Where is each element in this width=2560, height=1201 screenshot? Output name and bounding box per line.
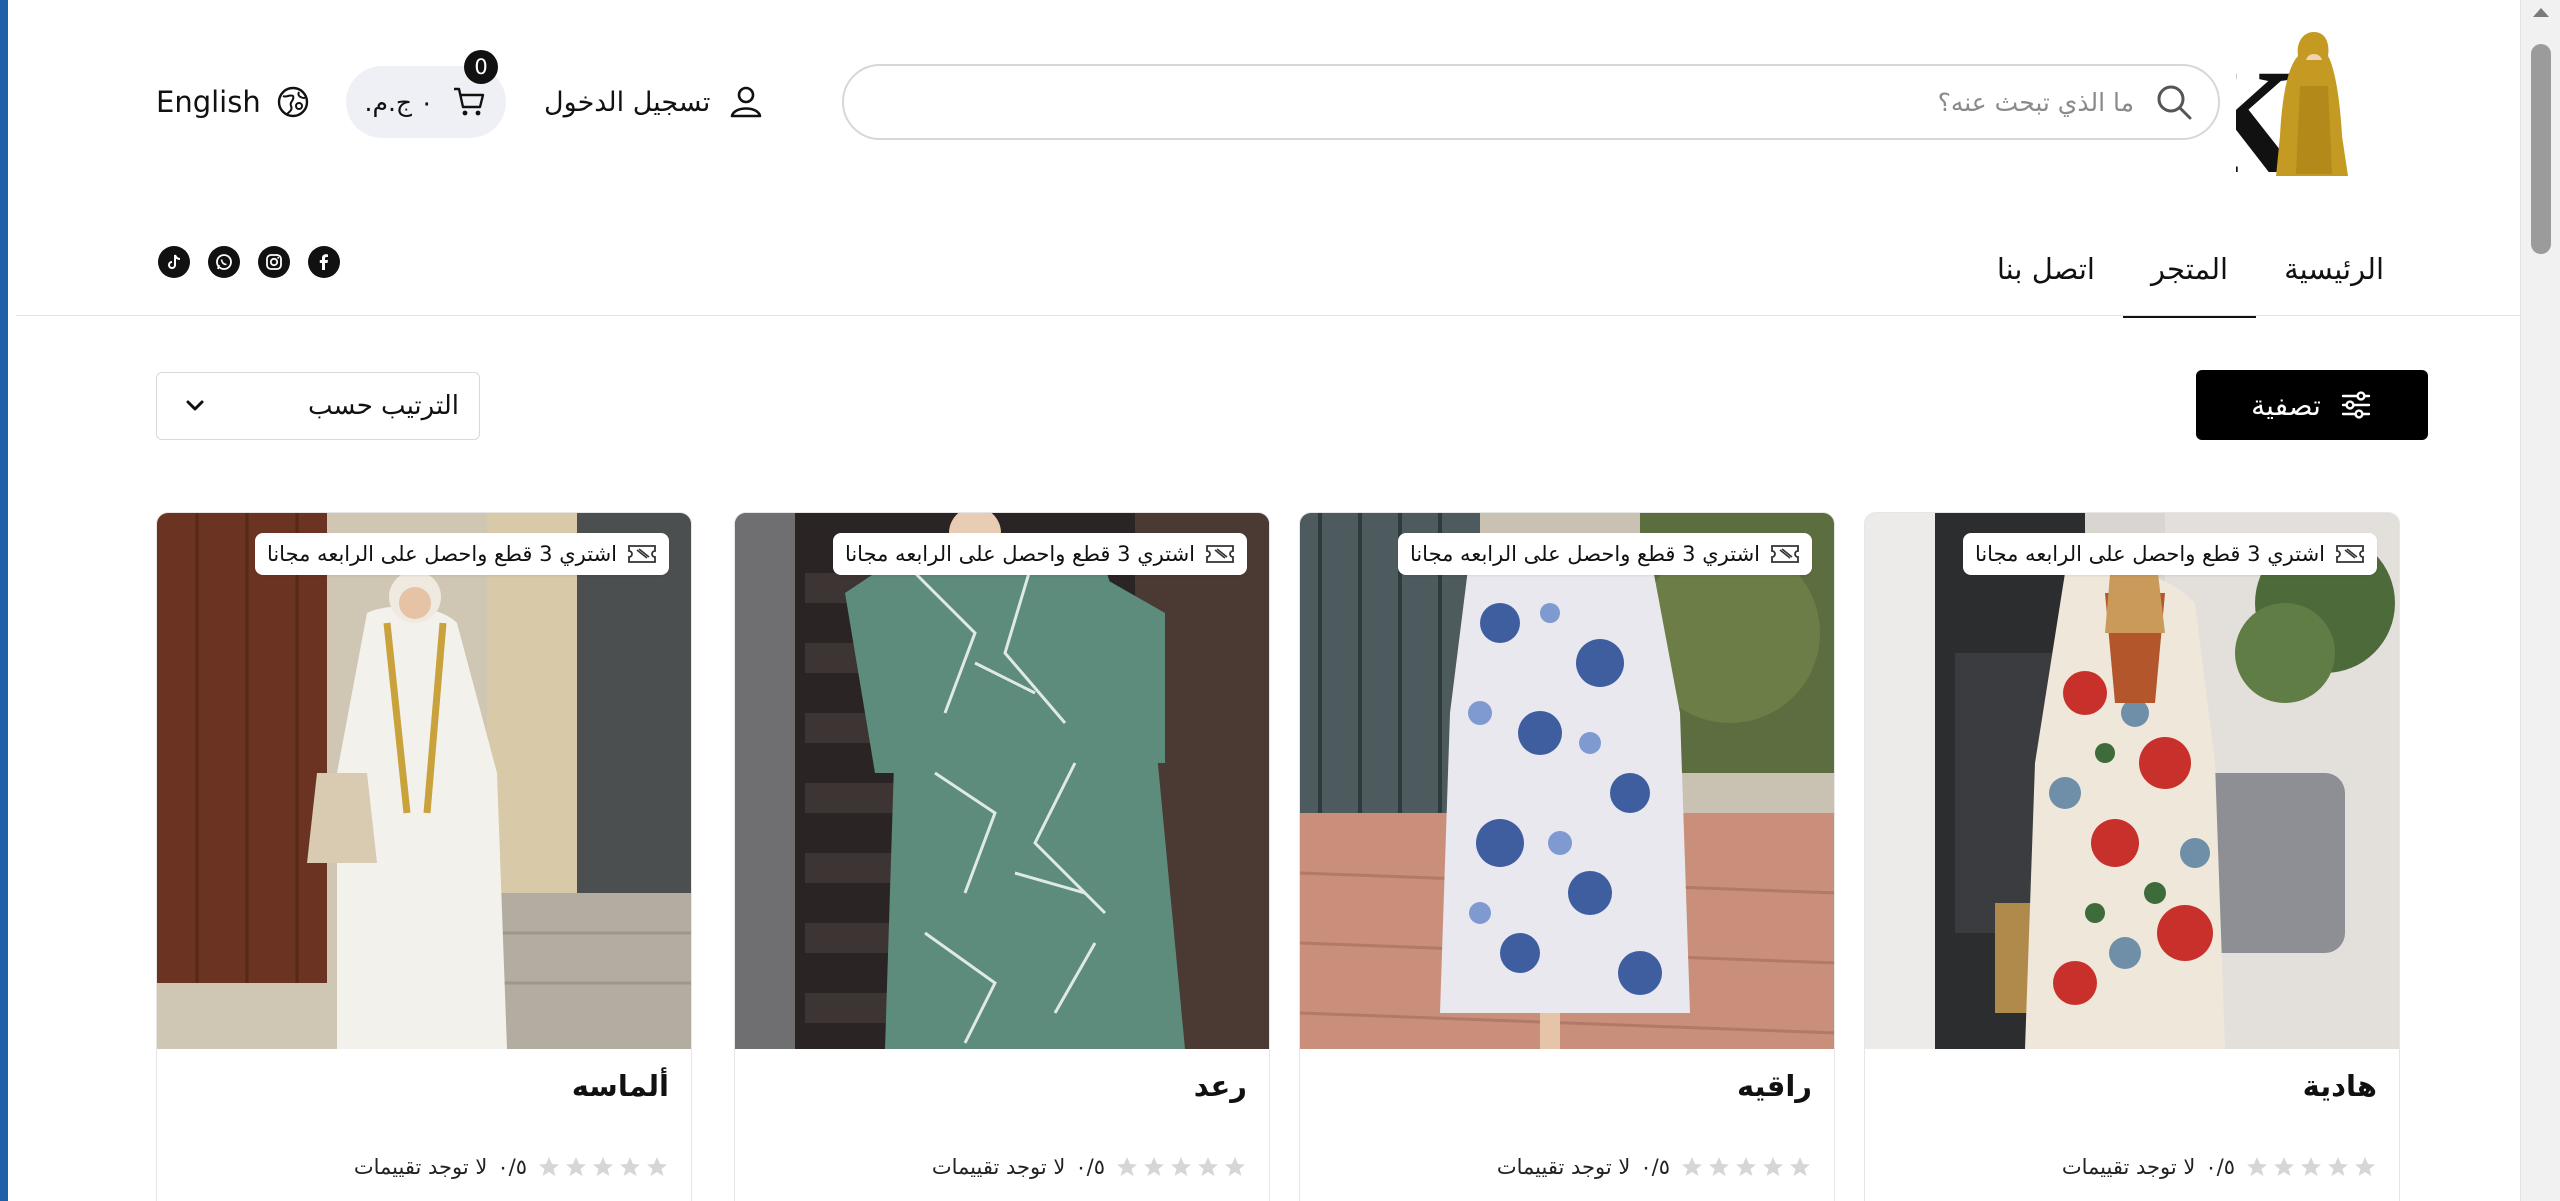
promo-badge: اشتري 3 قطع واحصل على الرابعه مجانا (254, 533, 669, 575)
product-card[interactable]: اشتري 3 قطع واحصل على الرابعه مجانا ألما… (156, 512, 692, 1201)
product-card[interactable]: اشتري 3 قطع واحصل على الرابعه مجانا هادي… (1864, 512, 2400, 1201)
search-icon[interactable] (2154, 82, 2194, 122)
ticket-icon (628, 545, 656, 563)
star-icon (1736, 1157, 1756, 1176)
scrollbar-thumb[interactable] (2531, 44, 2551, 254)
star-icon (647, 1157, 667, 1176)
scroll-up-arrow[interactable] (2533, 8, 2549, 17)
social-links (158, 246, 340, 278)
sort-label: الترتيب حسب (307, 391, 459, 421)
star-icon (1171, 1157, 1191, 1176)
browser-frame: L K تسجيل الدخول ٠ ج.م. 0 En (0, 0, 2560, 1201)
star-icon (2247, 1157, 2267, 1176)
rating-text: لا توجد تقييمات (1496, 1155, 1631, 1179)
facebook-icon[interactable] (308, 246, 340, 278)
star-icon (1225, 1157, 1245, 1176)
product-grid: اشتري 3 قطع واحصل على الرابعه مجانا هادي… (156, 512, 2400, 1201)
rating-value: ٠/٥ (1075, 1155, 1105, 1179)
product-card[interactable]: اشتري 3 قطع واحصل على الرابعه مجانا راقي… (1299, 512, 1835, 1201)
ticket-icon (1206, 545, 1234, 563)
star-icon (593, 1157, 613, 1176)
product-image[interactable] (1865, 513, 2399, 1049)
product-rating: ٠/٥ لا توجد تقييمات (2062, 1155, 2377, 1179)
nav-divider (16, 315, 2528, 316)
user-icon (731, 86, 762, 118)
language-label: English (156, 85, 261, 119)
promo-text: اشتري 3 قطع واحصل على الرابعه مجانا (844, 542, 1195, 566)
filter-label: تصفية (2251, 388, 2321, 422)
search-bar[interactable] (842, 64, 2220, 140)
product-image[interactable] (157, 513, 691, 1049)
rating-text: لا توجد تقييمات (2061, 1155, 2196, 1179)
rating-stars (537, 1155, 669, 1179)
promo-text: اشتري 3 قطع واحصل على الرابعه مجانا (1974, 542, 2325, 566)
star-icon (1117, 1157, 1137, 1176)
star-icon (620, 1157, 640, 1176)
sort-select[interactable]: الترتيب حسب (156, 372, 480, 440)
star-icon (1144, 1157, 1164, 1176)
rating-stars (1680, 1155, 1812, 1179)
page: L K تسجيل الدخول ٠ ج.م. 0 En (16, 0, 2528, 1201)
language-switch[interactable]: English (156, 76, 311, 128)
star-icon (1790, 1157, 1810, 1176)
main-nav: الرئيسية المتجر اتصل بنا (1969, 222, 2412, 318)
rating-stars (1115, 1155, 1247, 1179)
product-rating: ٠/٥ لا توجد تقييمات (354, 1155, 669, 1179)
rating-text: لا توجد تقييمات (931, 1155, 1066, 1179)
product-rating: ٠/٥ لا توجد تقييمات (932, 1155, 1247, 1179)
chevron-down-icon (186, 400, 204, 411)
globe-icon (277, 86, 308, 118)
tiktok-icon[interactable] (158, 246, 190, 278)
product-rating: ٠/٥ لا توجد تقييمات (1497, 1155, 1812, 1179)
rating-value: ٠/٥ (1640, 1155, 1670, 1179)
star-icon (2355, 1157, 2375, 1176)
cart-count-badge: 0 (464, 50, 498, 84)
tab-home[interactable]: الرئيسية (2256, 222, 2412, 316)
product-name[interactable]: هادية (2303, 1069, 2377, 1103)
promo-badge: اشتري 3 قطع واحصل على الرابعه مجانا (1397, 533, 1812, 575)
star-icon (1198, 1157, 1218, 1176)
vertical-scrollbar[interactable] (2520, 0, 2560, 1201)
product-image[interactable] (735, 513, 1269, 1049)
filter-button[interactable]: تصفية (2196, 370, 2428, 440)
rating-value: ٠/٥ (497, 1155, 527, 1179)
star-icon (1709, 1157, 1729, 1176)
rating-text: لا توجد تقييمات (353, 1155, 488, 1179)
login-label: تسجيل الدخول (544, 86, 711, 118)
instagram-icon[interactable] (258, 246, 290, 278)
login-button[interactable]: تسجيل الدخول (544, 74, 766, 130)
cart-amount: ٠ ج.م. (364, 87, 434, 117)
promo-text: اشتري 3 قطع واحصل على الرابعه مجانا (266, 542, 617, 566)
rating-value: ٠/٥ (2205, 1155, 2235, 1179)
product-name[interactable]: رعد (1194, 1069, 1247, 1103)
star-icon (1763, 1157, 1783, 1176)
promo-badge: اشتري 3 قطع واحصل على الرابعه مجانا (1962, 533, 2377, 575)
promo-badge: اشتري 3 قطع واحصل على الرابعه مجانا (832, 533, 1247, 575)
store-logo[interactable]: L K (2138, 26, 2396, 205)
sliders-icon (2341, 391, 2371, 419)
rating-stars (2245, 1155, 2377, 1179)
product-card[interactable]: اشتري 3 قطع واحصل على الرابعه مجانا رعد … (734, 512, 1270, 1201)
star-icon (539, 1157, 559, 1176)
product-name[interactable]: ألماسه (572, 1069, 669, 1103)
ticket-icon (1771, 545, 1799, 563)
promo-text: اشتري 3 قطع واحصل على الرابعه مجانا (1409, 542, 1760, 566)
star-icon (566, 1157, 586, 1176)
whatsapp-icon[interactable] (208, 246, 240, 278)
star-icon (2328, 1157, 2348, 1176)
tab-shop[interactable]: المتجر (2122, 222, 2257, 318)
product-name[interactable]: راقيه (1737, 1069, 1812, 1103)
product-image[interactable] (1300, 513, 1834, 1049)
cart-icon (454, 87, 485, 116)
star-icon (2274, 1157, 2294, 1176)
search-input[interactable] (844, 66, 2134, 138)
tab-contact[interactable]: اتصل بنا (1969, 222, 2123, 316)
ticket-icon (2336, 545, 2364, 563)
star-icon (1682, 1157, 1702, 1176)
star-icon (2301, 1157, 2321, 1176)
